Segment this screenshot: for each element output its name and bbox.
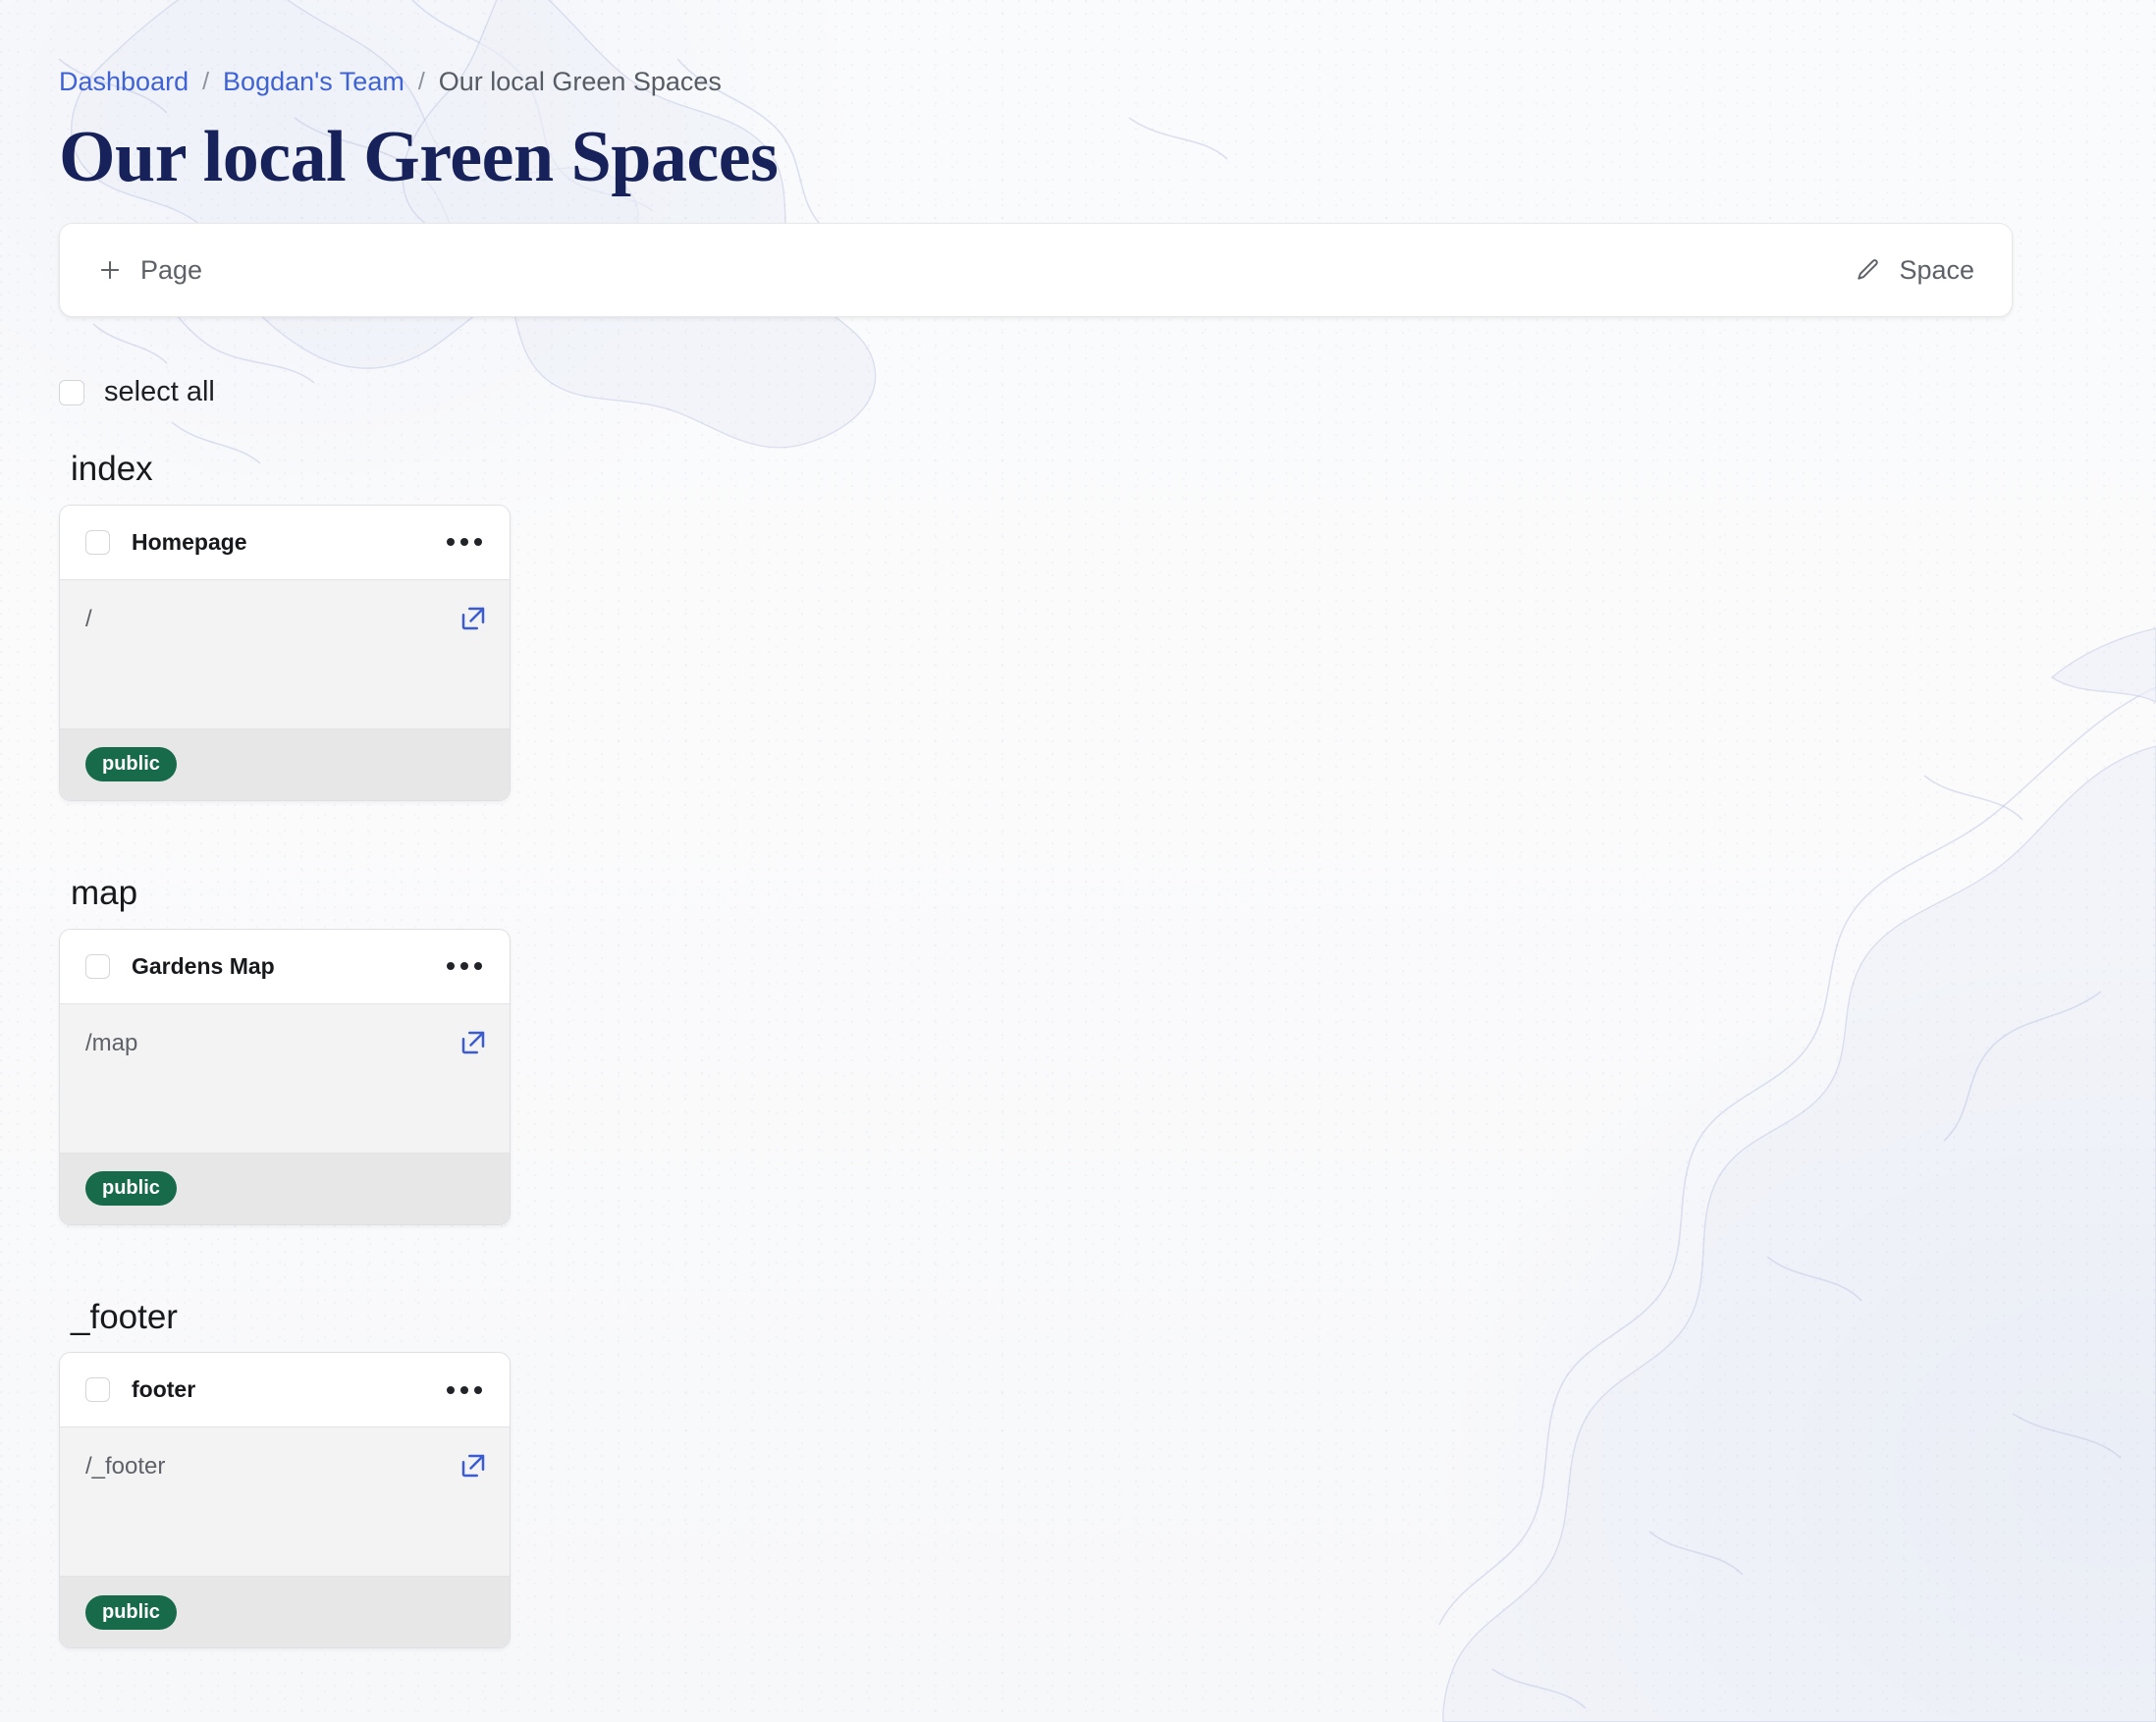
page-card-body: /_footer xyxy=(60,1427,510,1578)
section-cards: footer /_footer public xyxy=(59,1352,2156,1649)
page-card-body: / xyxy=(60,579,510,729)
breadcrumb-item-dashboard[interactable]: Dashboard xyxy=(59,69,189,95)
ellipsis-icon[interactable] xyxy=(445,530,484,554)
external-link-icon[interactable] xyxy=(458,1028,488,1057)
status-badge: public xyxy=(85,747,177,782)
ellipsis-icon[interactable] xyxy=(445,954,484,978)
page-card-header: Gardens Map xyxy=(60,929,510,1004)
external-link-icon[interactable] xyxy=(458,604,488,633)
edit-space-button[interactable]: Space xyxy=(1850,249,1978,292)
select-all-label: select all xyxy=(104,376,215,407)
space-toolbar: Page Space xyxy=(59,223,2013,317)
breadcrumb-separator: / xyxy=(202,68,210,95)
page-card-title: Gardens Map xyxy=(132,952,275,979)
breadcrumb-separator: / xyxy=(417,68,425,95)
page-card-title: Homepage xyxy=(132,528,247,555)
select-all-row[interactable]: select all xyxy=(59,376,2156,408)
plus-icon xyxy=(95,255,125,285)
page-card-footer: public xyxy=(60,1153,510,1224)
edit-space-label: Space xyxy=(1899,254,1974,285)
page-card-footer: public xyxy=(60,728,510,800)
page-sections: index Homepage / public map Gardens Map … xyxy=(59,448,2156,1649)
page-card-footer: public xyxy=(60,1577,510,1648)
add-page-label: Page xyxy=(140,254,203,285)
page-card-title: footer xyxy=(132,1376,196,1403)
page-card-path: /map xyxy=(85,1029,138,1056)
page-card-path: / xyxy=(85,605,92,632)
status-badge: public xyxy=(85,1171,177,1206)
section-cards: Homepage / public xyxy=(59,504,2156,801)
page-section: _footer footer /_footer public xyxy=(59,1296,2156,1649)
page-card-checkbox[interactable] xyxy=(85,953,110,979)
page-section: index Homepage / public xyxy=(59,448,2156,801)
section-title: _footer xyxy=(71,1297,178,1336)
page-title: Our local Green Spaces xyxy=(59,117,779,197)
pencil-icon xyxy=(1854,255,1883,285)
page-card-header: footer xyxy=(60,1353,510,1428)
page-card[interactable]: Gardens Map /map public xyxy=(59,928,511,1225)
add-page-button[interactable]: Page xyxy=(91,249,206,292)
section-cards: Gardens Map /map public xyxy=(59,928,2156,1225)
breadcrumb-item-team[interactable]: Bogdan's Team xyxy=(223,69,404,95)
page-card-body: /map xyxy=(60,1003,510,1154)
page-card-path: /_footer xyxy=(85,1453,166,1480)
page-card-header: Homepage xyxy=(60,505,510,580)
page-card-checkbox[interactable] xyxy=(85,529,110,555)
breadcrumb-item-current: Our local Green Spaces xyxy=(438,67,722,96)
status-badge: public xyxy=(85,1594,177,1630)
external-link-icon[interactable] xyxy=(458,1451,488,1480)
section-title: index xyxy=(71,450,153,488)
breadcrumb: Dashboard / Bogdan's Team / Our local Gr… xyxy=(59,0,2156,95)
page-card[interactable]: footer /_footer public xyxy=(59,1352,511,1649)
page-card-checkbox[interactable] xyxy=(85,1377,110,1403)
page-root: Dashboard / Bogdan's Team / Our local Gr… xyxy=(0,0,2156,1649)
ellipsis-icon[interactable] xyxy=(445,1378,484,1402)
page-card[interactable]: Homepage / public xyxy=(59,504,511,801)
page-section: map Gardens Map /map public xyxy=(59,872,2156,1225)
section-title: map xyxy=(71,873,138,912)
select-all-checkbox[interactable] xyxy=(59,379,84,405)
